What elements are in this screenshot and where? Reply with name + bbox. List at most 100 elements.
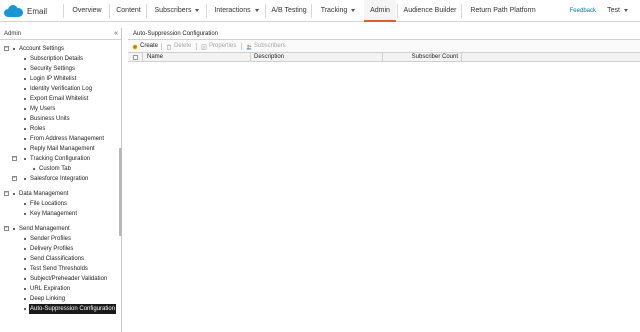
bullet-icon	[24, 78, 26, 80]
nav-audience-builder[interactable]: Audience Builder	[400, 0, 460, 22]
properties-button[interactable]: Properties	[201, 42, 236, 51]
collapse-icon[interactable]: −	[12, 156, 17, 161]
user-name: Test	[607, 7, 620, 14]
bullet-icon	[24, 288, 26, 290]
tree-item-label: Send Classifications	[30, 256, 85, 262]
bullet-icon	[24, 128, 26, 130]
tree-item-label: Business Units	[30, 116, 70, 122]
sidebar-scrollbar[interactable]	[119, 148, 122, 236]
nav-divider	[311, 4, 312, 18]
bullet-icon	[24, 278, 26, 280]
tree-item-label: Test Send Thresholds	[30, 266, 88, 272]
delete-label: Delete	[174, 43, 192, 49]
tree-item-label: Subject/Preheader Validation	[30, 276, 108, 282]
bullet-icon	[24, 148, 26, 150]
nav-return-path-platform-label: Return Path Platform	[470, 7, 536, 14]
collapse-icon[interactable]: −	[4, 46, 9, 51]
bullet-icon	[24, 138, 26, 140]
grid-header: Name Description Subscriber Count	[128, 52, 640, 62]
tree-item-label: Login IP Whitelist	[30, 76, 77, 82]
bullet-icon	[24, 298, 26, 300]
bullet-icon	[33, 168, 35, 170]
chevron-down-icon	[351, 8, 356, 12]
tree-item-label: Salesforce Integration	[30, 176, 89, 182]
tree-group-label: Account Settings	[19, 46, 65, 52]
column-divider	[461, 53, 462, 62]
subscribers-button[interactable]: Subscribers	[246, 42, 286, 51]
nav-tracking[interactable]: Tracking	[314, 0, 362, 22]
admin-sidebar: Admin « − Account Settings Subscription …	[0, 28, 122, 332]
sidebar-header: Admin «	[0, 28, 121, 40]
nav-subscribers[interactable]: Subscribers	[149, 0, 205, 22]
page-title: Auto-Suppression Configuration	[128, 28, 640, 40]
brand-label: Email	[27, 6, 48, 16]
nav-divider	[146, 4, 147, 18]
feedback-link[interactable]: Feedback	[570, 0, 596, 22]
tree-item-label: File Locations	[30, 201, 68, 207]
column-divider	[142, 53, 143, 62]
tree-group-label: Data Management	[19, 191, 69, 197]
bullet-icon	[24, 308, 26, 310]
nav-ab-testing[interactable]: A/B Testing	[268, 0, 310, 22]
column-header-description[interactable]: Description	[254, 53, 284, 62]
delete-button[interactable]: Delete	[166, 42, 191, 51]
tree-item-label: Subscription Details	[30, 56, 84, 62]
collapse-icon[interactable]: −	[4, 226, 9, 231]
bullet-icon	[24, 238, 26, 240]
collapse-panel-icon[interactable]: «	[114, 30, 118, 37]
nav-divider	[397, 4, 398, 18]
nav-subscribers-label: Subscribers	[154, 7, 192, 14]
bullet-icon	[24, 158, 26, 160]
toolbar: Create Delete Properties Subscribers	[128, 40, 640, 52]
nav-divider	[63, 4, 64, 18]
collapse-icon[interactable]: −	[4, 191, 9, 196]
bullet-icon	[24, 68, 26, 70]
tree-item-label: Sender Profiles	[30, 236, 72, 242]
select-all-checkbox[interactable]	[133, 55, 138, 60]
column-header-name[interactable]: Name	[147, 53, 163, 62]
properties-icon	[201, 43, 207, 50]
user-menu[interactable]: Test	[607, 0, 628, 22]
bullet-icon	[24, 108, 26, 110]
tree-item-label: Custom Tab	[39, 166, 71, 172]
nav-content[interactable]: Content	[112, 0, 145, 22]
chevron-down-icon	[624, 8, 628, 12]
nav-return-path-platform[interactable]: Return Path Platform	[464, 0, 542, 22]
nav-interactions[interactable]: Interactions	[209, 0, 264, 22]
sidebar-title: Admin	[4, 31, 22, 37]
users-icon	[246, 44, 252, 50]
bullet-icon	[24, 88, 26, 90]
create-label: Create	[140, 43, 159, 49]
nav-content-label: Content	[116, 7, 141, 14]
nav-admin[interactable]: Admin	[364, 0, 396, 22]
tree-item-label-selected: Auto-Suppression Configuration	[29, 304, 117, 314]
trash-icon	[166, 43, 172, 50]
nav-overview[interactable]: Overview	[66, 0, 108, 22]
toolbar-divider	[161, 43, 162, 50]
brand[interactable]: Email	[4, 3, 47, 19]
nav-ab-testing-label: A/B Testing	[271, 7, 307, 14]
collapse-icon[interactable]: −	[12, 176, 17, 181]
tree-item-label: Deep Linking	[30, 296, 66, 302]
tree-item-label: Roles	[30, 126, 46, 132]
main-content: Auto-Suppression Configuration Create De…	[128, 28, 640, 332]
top-navigation: Email Overview Content Subscribers Inter…	[0, 0, 640, 22]
tree-item-label: From Address Management	[30, 136, 105, 142]
bullet-icon	[13, 228, 15, 230]
nav-divider	[461, 4, 462, 18]
properties-label: Properties	[209, 43, 237, 49]
bullet-icon	[13, 193, 15, 195]
nav-divider	[265, 4, 266, 18]
nav-audience-builder-label: Audience Builder	[403, 7, 457, 14]
bullet-icon	[24, 58, 26, 60]
create-icon	[132, 44, 138, 49]
bullet-icon	[24, 268, 26, 270]
nav-interactions-label: Interactions	[214, 7, 251, 14]
bullet-icon	[24, 118, 26, 120]
bullet-icon	[24, 98, 26, 100]
tree-item-label: Security Settings	[30, 66, 76, 72]
chevron-down-icon	[195, 8, 200, 12]
chevron-down-icon	[254, 8, 259, 12]
column-header-subscriber-count[interactable]: Subscriber Count	[384, 53, 458, 62]
create-button[interactable]: Create	[132, 42, 158, 51]
